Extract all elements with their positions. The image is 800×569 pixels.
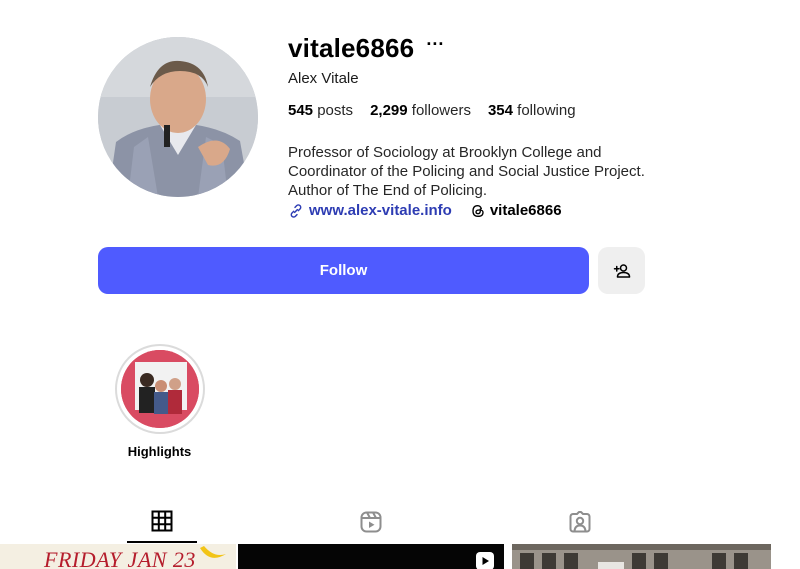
post-thumbnail[interactable]: FRIDAY JAN 23 — [0, 544, 236, 569]
post-thumbnail[interactable] — [512, 544, 771, 569]
building-photo — [512, 544, 771, 569]
threads-handle: vitale6866 — [489, 202, 562, 219]
threads-icon — [472, 204, 484, 217]
tab-reels[interactable] — [336, 500, 406, 543]
post-thumbnail[interactable] — [238, 544, 504, 569]
tagged-icon — [569, 510, 591, 532]
bio-line: Author of The End of Policing. — [288, 182, 488, 199]
following-label: following — [517, 102, 576, 119]
highlight-cover — [121, 350, 199, 428]
tab-tagged[interactable] — [545, 500, 615, 543]
post-text: FRIDAY JAN 23 — [44, 547, 196, 569]
followers-label: followers — [411, 102, 471, 119]
full-name: Alex Vitale — [288, 70, 359, 87]
posts-grid: FRIDAY JAN 23 — [0, 544, 771, 569]
posts-count: 545 — [288, 102, 314, 119]
profile-stats: 545 posts 2,299 followers 354 following — [288, 102, 593, 119]
following-stat[interactable]: 354 following — [488, 102, 576, 119]
reel-icon — [476, 552, 494, 569]
website-link[interactable]: www.alex-vitale.info — [288, 202, 452, 219]
followers-count: 2,299 — [370, 102, 408, 119]
bio-line: Professor of Sociology at Brooklyn Colle… — [288, 144, 602, 161]
grid-icon — [151, 510, 173, 531]
highlight-ring — [115, 344, 205, 434]
profile-avatar[interactable] — [98, 37, 258, 197]
profile-tabs — [0, 500, 771, 544]
username: vitale6866 — [288, 33, 415, 63]
link-icon — [290, 203, 302, 218]
add-user-icon — [613, 263, 630, 278]
posts-label: posts — [317, 102, 354, 119]
following-count: 354 — [487, 102, 513, 119]
story-highlight[interactable]: Highlights — [115, 344, 205, 459]
username-row: vitale6866 ··· — [288, 33, 444, 64]
followers-stat[interactable]: 2,299 followers — [370, 102, 471, 119]
reels-icon — [360, 511, 382, 532]
bio-line: Coordinator of the Policing and Social J… — [288, 163, 645, 180]
highlight-photo — [121, 350, 199, 428]
profile-bio: Professor of Sociology at Brooklyn Colle… — [288, 143, 668, 200]
website-text: www.alex-vitale.info — [309, 202, 452, 219]
suggested-users-button[interactable] — [598, 247, 645, 294]
follow-button[interactable]: Follow — [98, 247, 589, 294]
avatar-photo — [98, 37, 258, 197]
profile-links: www.alex-vitale.info vitale6866 — [288, 202, 562, 219]
posts-stat: 545 posts — [288, 102, 353, 119]
more-options-icon[interactable]: ··· — [426, 34, 444, 55]
banana-icon — [200, 546, 226, 558]
threads-link[interactable]: vitale6866 — [470, 202, 562, 219]
highlight-label: Highlights — [127, 444, 192, 459]
tab-posts[interactable] — [127, 500, 197, 543]
